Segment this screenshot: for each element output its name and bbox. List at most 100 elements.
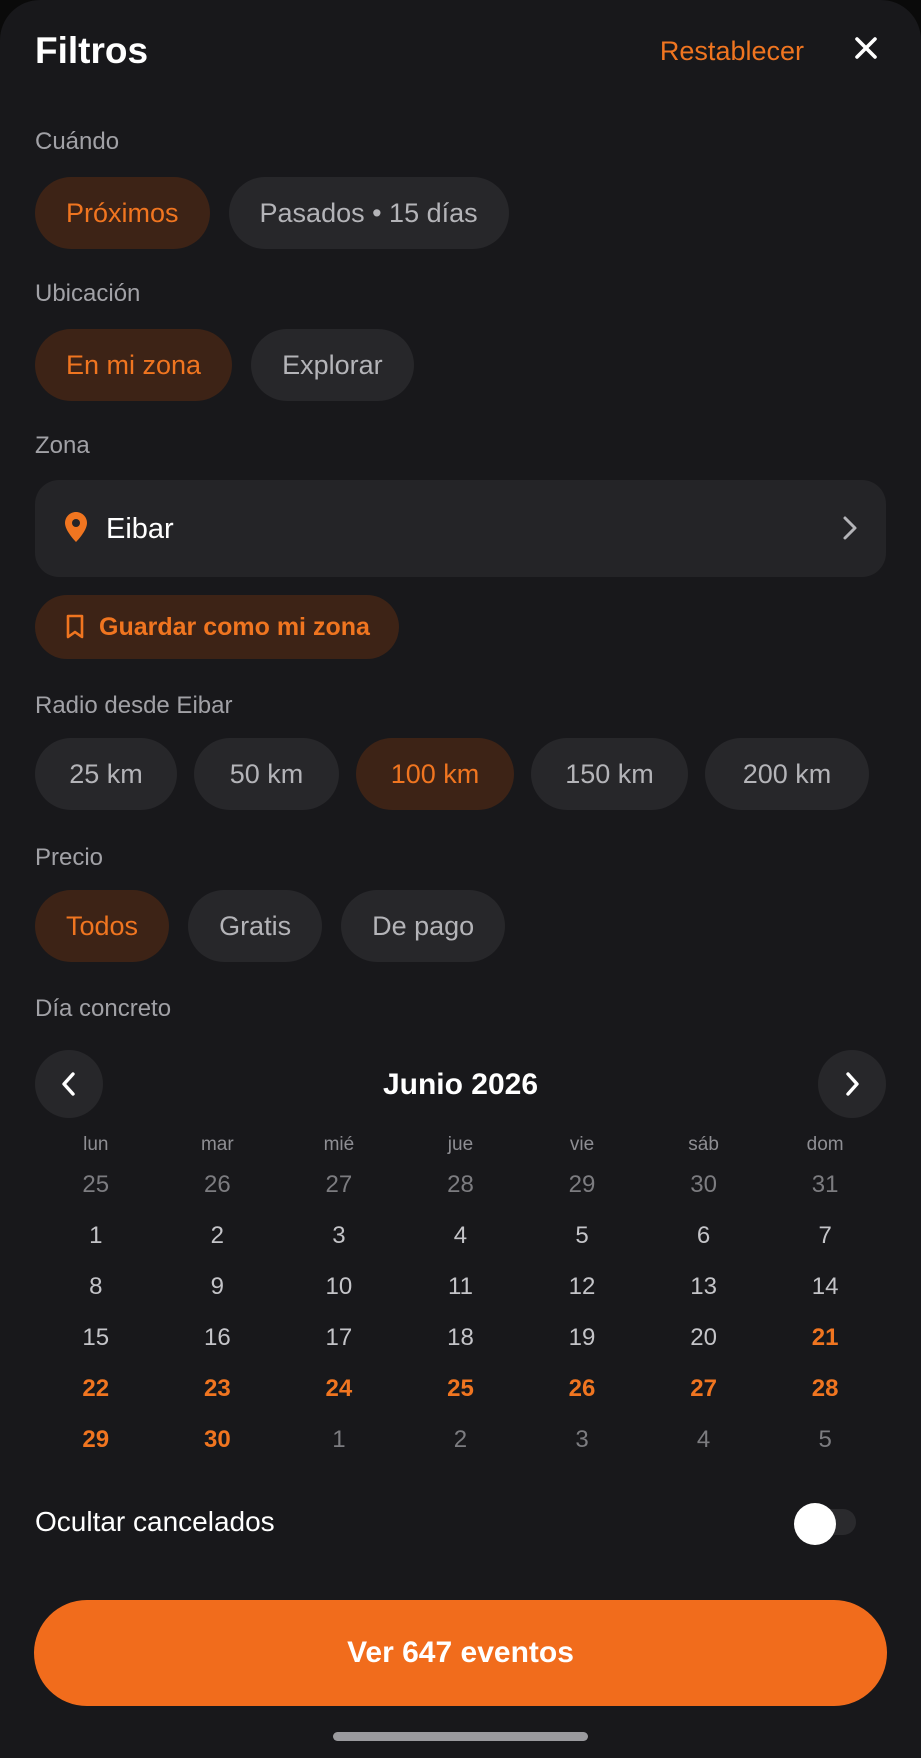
location-pin-icon (65, 512, 87, 542)
reset-button[interactable]: Restablecer (660, 36, 804, 67)
calendar-day[interactable]: 27 (278, 1165, 400, 1216)
price-option-paid[interactable]: De pago (341, 890, 506, 962)
calendar-day[interactable]: 25 (35, 1165, 157, 1216)
save-zone-label: Guardar como mi zona (99, 612, 370, 641)
location-label: Ubicación (35, 280, 141, 307)
zone-label: Zona (35, 432, 90, 459)
hide-cancelled-toggle[interactable] (792, 1503, 864, 1545)
zone-selector[interactable]: Eibar (35, 480, 886, 577)
price-option-all[interactable]: Todos (35, 890, 170, 962)
radius-options: 25 km 50 km 100 km 150 km 200 km (35, 738, 869, 810)
calendar-day[interactable]: 19 (521, 1318, 643, 1369)
calendar-day[interactable]: 5 (764, 1420, 886, 1471)
calendar-day[interactable]: 27 (643, 1369, 765, 1420)
close-button[interactable] (846, 28, 886, 68)
weekday-label: sáb (688, 1134, 719, 1155)
when-label: Cuándo (35, 128, 120, 155)
calendar-day[interactable]: 7 (764, 1216, 886, 1267)
radius-option-200[interactable]: 200 km (705, 738, 869, 810)
calendar-day[interactable]: 25 (400, 1369, 522, 1420)
calendar-day[interactable]: 6 (643, 1216, 765, 1267)
weekday-label: dom (806, 1134, 844, 1155)
calendar-week: 8 9 10 11 12 13 14 (35, 1267, 886, 1318)
calendar-day[interactable]: 1 (278, 1420, 400, 1471)
calendar-day[interactable]: 4 (643, 1420, 765, 1471)
weekday-label: mar (200, 1134, 234, 1155)
calendar-day[interactable]: 13 (643, 1267, 765, 1318)
page-title: Filtros (35, 30, 149, 71)
calendar-week: 1234567 (35, 1216, 886, 1267)
radius-option-25[interactable]: 25 km (35, 738, 177, 810)
close-icon (855, 37, 877, 59)
calendar-day[interactable]: 26 (521, 1369, 643, 1420)
calendar-day[interactable]: 22 (35, 1369, 157, 1420)
filters-sheet: Filtros Restablecer Cuándo Próximos Pasa… (0, 0, 921, 1758)
calendar-day[interactable]: 31 (764, 1165, 886, 1216)
calendar-day[interactable]: 20 (643, 1318, 765, 1369)
calendar-day[interactable]: 3 (521, 1420, 643, 1471)
calendar-day[interactable]: 2 (400, 1420, 522, 1471)
home-indicator (333, 1732, 588, 1741)
calendar-day[interactable]: 28 (400, 1165, 522, 1216)
hide-cancelled-label: Ocultar cancelados (35, 1506, 275, 1537)
calendar-label: Día concreto (35, 995, 172, 1022)
calendar-day[interactable]: 9 (157, 1267, 279, 1318)
calendar-week: 15 16 17 18 19 20 21 (35, 1318, 886, 1369)
save-zone-button[interactable]: Guardar como mi zona (35, 595, 399, 659)
calendar-day[interactable]: 8 (35, 1267, 157, 1318)
calendar-day[interactable]: 2 (157, 1216, 279, 1267)
view-events-button[interactable]: Ver 647 eventos (34, 1600, 887, 1706)
radius-label: Radio desde Eibar (35, 692, 233, 719)
when-option-upcoming[interactable]: Próximos (35, 177, 210, 249)
calendar-month-title: Junio 2026 (382, 1068, 539, 1101)
chevron-right-icon (843, 516, 857, 540)
location-option-explore[interactable]: Explorar (251, 329, 414, 401)
next-month-button[interactable] (818, 1050, 886, 1118)
calendar-day[interactable]: 28 (764, 1369, 886, 1420)
calendar-day[interactable]: 29 (35, 1420, 157, 1471)
when-option-past[interactable]: Pasados • 15 días (228, 177, 509, 249)
calendar-day[interactable]: 12 (521, 1267, 643, 1318)
radius-option-100[interactable]: 100 km (356, 738, 514, 810)
price-label: Precio (35, 844, 104, 871)
when-options: Próximos Pasados • 15 días (35, 177, 509, 249)
calendar-day[interactable]: 29 (521, 1165, 643, 1216)
calendar-day[interactable]: 26 (157, 1165, 279, 1216)
calendar-day[interactable]: 10 (278, 1267, 400, 1318)
calendar-day[interactable]: 23 (157, 1369, 279, 1420)
calendar-day[interactable]: 11 (400, 1267, 522, 1318)
calendar-day[interactable]: 16 (157, 1318, 279, 1369)
calendar-day[interactable]: 30 (643, 1165, 765, 1216)
calendar-day[interactable]: 15 (35, 1318, 157, 1369)
calendar-day[interactable]: 24 (278, 1369, 400, 1420)
radius-option-150[interactable]: 150 km (531, 738, 688, 810)
zone-value: Eibar (106, 513, 174, 545)
price-options: Todos Gratis De pago (35, 890, 506, 962)
calendar-day[interactable]: 14 (764, 1267, 886, 1318)
calendar-grid: 25 26 27 28 29 30 31 1 2 3 4 5 6 7 8 9 10 11 12 13 14 15 16 17 1… (35, 1165, 886, 1471)
calendar-day[interactable]: 30 (157, 1420, 279, 1471)
calendar-day[interactable]: 18 (400, 1318, 522, 1369)
calendar-day[interactable]: 1 (35, 1216, 157, 1267)
calendar-day[interactable]: 3 (278, 1216, 400, 1267)
weekday-label: lun (83, 1134, 109, 1155)
radius-option-50[interactable]: 50 km (194, 738, 339, 810)
chevron-right-icon (846, 1072, 859, 1096)
toggle-knob (794, 1503, 836, 1545)
price-option-free[interactable]: Gratis (188, 890, 323, 962)
weekday-label: jue (447, 1134, 474, 1155)
calendar-week: 25 26 27 28 29 30 31 (35, 1165, 886, 1216)
weekday-label: vie (569, 1134, 595, 1155)
calendar-weekdays: lun mar mié jue vie sáb dom (35, 1134, 886, 1156)
calendar-week: 29 30 1 2 3 4 5 (35, 1420, 886, 1471)
location-option-my-zone[interactable]: En mi zona (35, 329, 233, 401)
calendar-day[interactable]: 5 (521, 1216, 643, 1267)
calendar-day[interactable]: 17 (278, 1318, 400, 1369)
header: Filtros Restablecer (35, 22, 886, 82)
calendar-header: Junio 2026 (35, 1050, 886, 1118)
calendar-week: 22 23 24 25 26 27 28 (35, 1369, 886, 1420)
calendar-day[interactable]: 4 (400, 1216, 522, 1267)
location-options: En mi zona Explorar (35, 329, 414, 401)
bookmark-icon (66, 614, 84, 639)
calendar-day[interactable]: 21 (764, 1318, 886, 1369)
